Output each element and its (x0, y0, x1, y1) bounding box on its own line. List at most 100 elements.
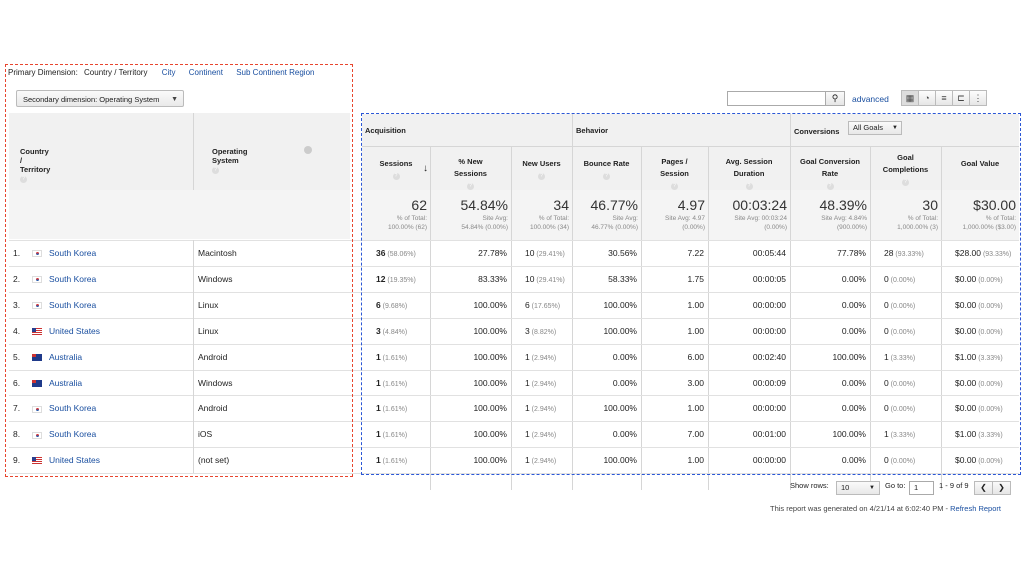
show-rows-select[interactable]: 10 ▼ (836, 481, 880, 495)
advanced-link[interactable]: advanced (852, 94, 889, 104)
pivot-view-icon[interactable]: ⋮ (969, 90, 987, 106)
header-goal-completions-label: Completions (882, 165, 929, 174)
header-conv-rate-label: Rate (821, 169, 839, 178)
total-new-users: 34 % of Total: 100.00% (34) (511, 197, 569, 232)
header-os[interactable]: Operating System ? (212, 147, 247, 174)
country-link[interactable]: South Korea (32, 299, 96, 311)
row-divider (9, 395, 1019, 397)
cell-new-sessions: 100.00% (430, 377, 507, 389)
flag-icon (32, 405, 42, 413)
header-goal-value[interactable]: Goal Value (941, 158, 1019, 170)
sort-descending-icon[interactable]: ↓ (423, 163, 428, 175)
header-goal-completions[interactable]: Goal Completions? (870, 152, 941, 188)
cell-value: 0.00% (612, 351, 637, 362)
row-divider (9, 317, 1019, 319)
goto-input[interactable]: 1 (909, 481, 934, 495)
table-view-icon[interactable]: ▦ (901, 90, 919, 106)
cell-value: 100.00% (473, 377, 507, 388)
dimension-link-city[interactable]: City (162, 68, 176, 77)
header-avg-duration[interactable]: Avg. Session Duration? (708, 156, 790, 192)
chevron-right-icon[interactable]: ❯ (992, 481, 1011, 495)
total-detail: 100.00% (34) (529, 224, 569, 231)
help-icon[interactable]: ? (212, 166, 219, 174)
cell-conv-rate: 100.00% (790, 351, 866, 363)
search-icon[interactable]: ⚲ (825, 92, 844, 105)
remove-dimension-icon[interactable] (304, 146, 312, 154)
header-conv-rate[interactable]: Goal Conversion Rate? (790, 156, 870, 192)
help-icon[interactable]: ? (392, 172, 400, 180)
country-link[interactable]: South Korea (32, 428, 96, 440)
country-link[interactable]: Australia (32, 351, 82, 363)
cell-percent: (0.00%) (888, 380, 916, 388)
show-rows-value: 10 (841, 483, 850, 492)
performance-view-icon[interactable]: ≡ (935, 90, 953, 106)
country-link[interactable]: South Korea (32, 273, 96, 285)
cell-goal-completions: 0 (0.00%) (884, 299, 915, 313)
cell-pages-session: 1.00 (641, 299, 704, 311)
pie-view-icon[interactable]: ◔ (918, 90, 936, 106)
search-input[interactable]: ⚲ (727, 91, 845, 106)
cell-value: 00:00:00 (752, 325, 786, 336)
chevron-left-icon[interactable]: ❮ (974, 481, 993, 495)
dimension-link-subcontinent[interactable]: Sub Continent Region (236, 68, 314, 77)
os-name: Linux (198, 325, 219, 336)
total-value: 62 (411, 197, 427, 213)
cell-avg-duration: 00:00:09 (708, 377, 786, 389)
total-caption: % of Total: (985, 215, 1016, 222)
header-country[interactable]: Country / Territory ? (20, 147, 50, 183)
cell-percent: (0.00%) (888, 458, 916, 466)
header-goal-completions-label: Goal (897, 153, 914, 162)
dimension-link-continent[interactable]: Continent (189, 68, 223, 77)
country-link[interactable]: Australia (32, 377, 82, 389)
cell-value: 0.00% (841, 403, 866, 414)
cell-new-users: 3 (8.82%) (525, 325, 556, 339)
cell-value: 27.78% (478, 248, 507, 258)
cell-sessions: 1 (1.61%) (376, 428, 407, 442)
header-os-label: Operating System (212, 147, 248, 165)
help-icon[interactable]: ? (603, 172, 610, 180)
comparison-view-icon[interactable]: ⊏ (952, 90, 970, 106)
help-icon[interactable]: ? (20, 175, 27, 183)
total-value: 00:03:24 (732, 197, 788, 213)
help-icon[interactable]: ? (671, 182, 678, 190)
cell-new-users: 1 (2.94%) (525, 351, 556, 365)
cell-value: $0.00 (955, 377, 977, 388)
country-link[interactable]: South Korea (32, 247, 96, 259)
cell-pages-session: 6.00 (641, 351, 704, 363)
cell-percent: (2.94%) (529, 354, 557, 362)
header-new-sessions[interactable]: % New Sessions? (430, 156, 511, 192)
header-sessions[interactable]: Sessions? ↓ (362, 158, 430, 182)
cell-percent: (0.00%) (976, 380, 1003, 388)
help-icon[interactable]: ? (745, 182, 753, 190)
row-divider (9, 291, 1019, 293)
flag-icon (32, 302, 42, 310)
generated-text: This report was generated on 4/21/14 at … (770, 504, 951, 513)
cell-new-users: 1 (2.94%) (525, 402, 556, 416)
country-link[interactable]: South Korea (32, 402, 96, 414)
secondary-dimension-dropdown[interactable]: Secondary dimension: Operating System ▼ (16, 90, 184, 107)
goto-label: Go to: (885, 481, 906, 490)
refresh-report-link[interactable]: Refresh Report (950, 504, 1001, 513)
cell-goal-value: $0.00 (0.00%) (955, 377, 1003, 391)
country-link[interactable]: United States (32, 454, 100, 466)
total-caption: Site Avg: (482, 215, 508, 222)
cell-bounce-rate: 100.00% (572, 325, 637, 337)
help-icon[interactable]: ? (538, 172, 545, 180)
chevron-down-icon: ▼ (869, 485, 875, 491)
help-icon[interactable]: ? (467, 182, 474, 190)
header-pages-session[interactable]: Pages / Session? (641, 156, 708, 192)
goals-select[interactable]: All Goals ▼ (848, 121, 902, 135)
cell-new-sessions: 27.78% (430, 247, 507, 259)
group-behavior: Behavior (576, 126, 609, 135)
header-bounce-rate[interactable]: Bounce Rate? (572, 158, 641, 182)
help-icon[interactable]: ? (902, 178, 909, 186)
cell-goal-completions: 0 (0.00%) (884, 454, 915, 468)
country-link[interactable]: United States (32, 325, 100, 337)
header-avg-duration-label: Avg. Session (725, 157, 773, 166)
help-icon[interactable]: ? (826, 182, 834, 190)
cell-conv-rate: 0.00% (790, 299, 866, 311)
header-new-users[interactable]: New Users? (511, 158, 572, 182)
total-caption: Site Avg: (612, 215, 638, 222)
total-caption: % of Total: (907, 215, 938, 222)
pagination-range: 1 - 9 of 9 (939, 481, 969, 490)
